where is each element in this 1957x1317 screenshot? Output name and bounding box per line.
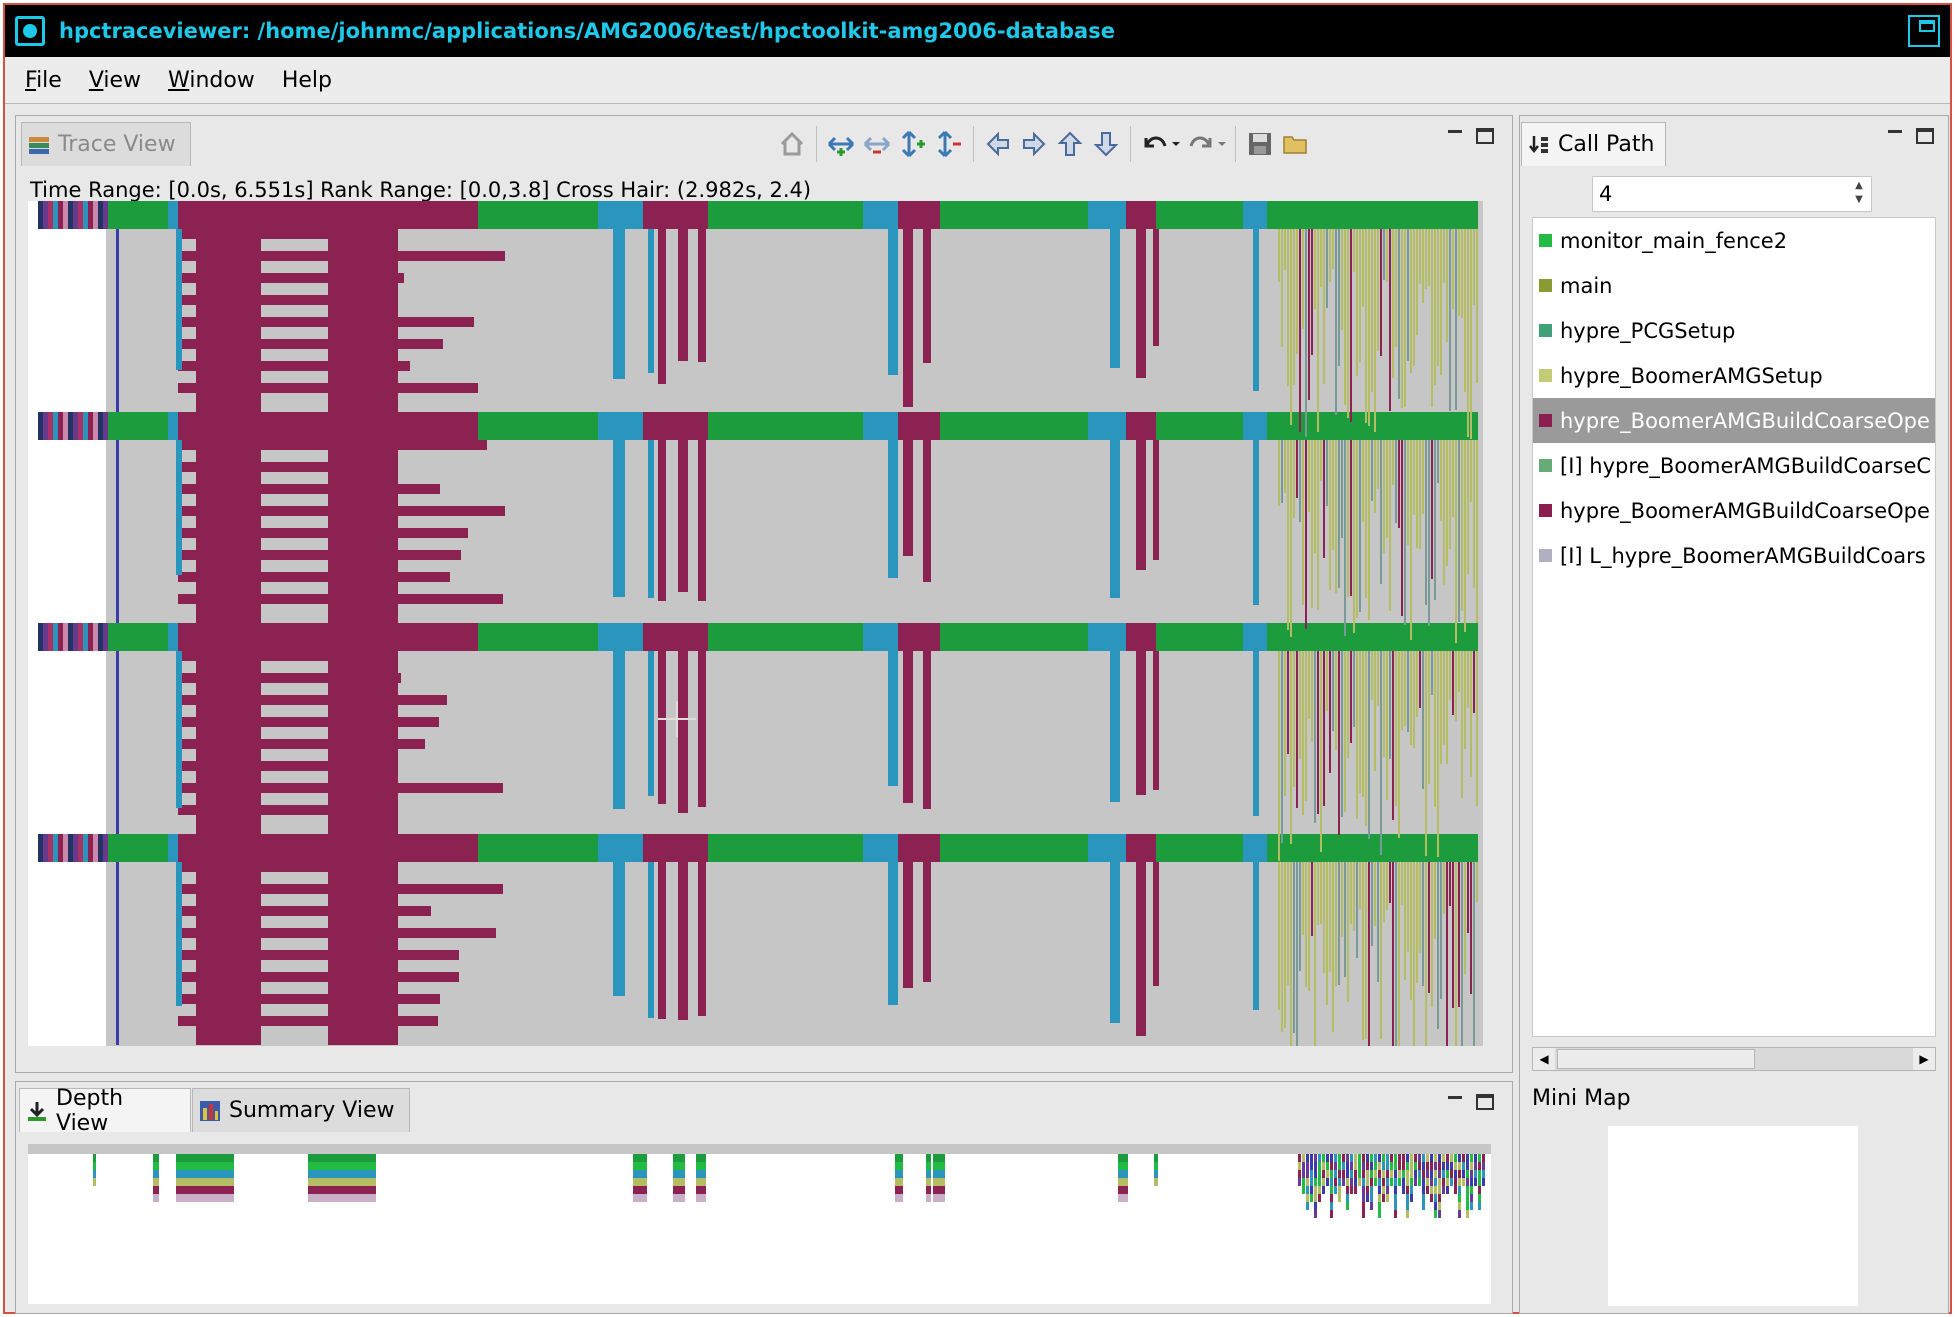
call-path-panel: Call Path 4 ▲ ▼ monitor_main_fence2 main … [1519,115,1949,1314]
maximize-icon[interactable] [1916,128,1934,144]
depth-view-icon [26,1100,48,1122]
save-icon[interactable] [1242,126,1278,162]
menu-view[interactable]: View [89,68,141,93]
list-item[interactable]: monitor_main_fence2 [1533,218,1935,263]
trace-view-panel: Trace View Time Range: [0.0s, 6.551s] Ra… [15,115,1513,1073]
trace-info-line: Time Range: [0.0s, 6.551s] Rank Range: [… [30,178,812,202]
list-item[interactable]: hypre_BoomerAMGSetup [1533,353,1935,398]
minimize-icon[interactable] [1446,128,1464,144]
spinner-arrows-icon[interactable]: ▲ ▼ [1849,179,1869,209]
list-item[interactable]: [I] hypre_BoomerAMGBuildCoarseC [1533,443,1935,488]
arrow-down-icon[interactable] [1088,126,1124,162]
app-icon [15,16,45,46]
zoom-in-time-icon[interactable] [823,126,859,162]
minimize-icon[interactable] [1886,128,1904,144]
arrow-up-icon[interactable] [1052,126,1088,162]
tab-trace-view[interactable]: Trace View [21,122,191,166]
horizontal-scrollbar[interactable]: ◀ ▶ [1532,1047,1936,1071]
color-swatch [1539,234,1552,247]
color-swatch [1539,549,1552,562]
zoom-out-time-icon[interactable] [859,126,895,162]
maximize-icon[interactable] [1476,1094,1494,1110]
window-title: hpctraceviewer: /home/johnmc/application… [59,19,1115,43]
arrow-right-icon[interactable] [1016,126,1052,162]
list-item[interactable]: hypre_PCGSetup [1533,308,1935,353]
color-swatch [1539,324,1552,337]
title-bar: hpctraceviewer: /home/johnmc/application… [5,5,1950,57]
scroll-left-icon[interactable]: ◀ [1533,1048,1555,1070]
menu-file[interactable]: File [25,68,62,93]
depth-view-panel: Depth View Summary View [15,1081,1513,1314]
call-path-list: monitor_main_fence2 main hypre_PCGSetup … [1532,217,1936,1037]
color-swatch [1539,459,1552,472]
color-swatch [1539,504,1552,517]
menu-window[interactable]: Window [168,68,255,93]
list-item[interactable]: hypre_BoomerAMGBuildCoarseOpe [1533,488,1935,533]
minimap-label: Mini Map [1532,1086,1631,1111]
redo-icon[interactable] [1183,126,1229,162]
open-folder-icon[interactable] [1278,126,1314,162]
color-swatch [1539,279,1552,292]
list-item-selected[interactable]: hypre_BoomerAMGBuildCoarseOpe [1533,398,1935,443]
depth-canvas[interactable] [28,1144,1491,1304]
summary-view-icon [199,1100,221,1122]
home-icon[interactable] [774,126,810,162]
zoom-in-rank-icon[interactable] [895,126,931,162]
maximize-icon[interactable] [1908,15,1940,47]
depth-value: 4 [1599,182,1613,206]
depth-spinner[interactable]: 4 ▲ ▼ [1592,176,1872,212]
trace-canvas[interactable] [28,201,1483,1046]
depth-view-window-controls [1446,1094,1494,1110]
minimize-icon[interactable] [1446,1094,1464,1110]
color-swatch [1539,414,1552,427]
list-item[interactable]: [I] L_hypre_BoomerAMGBuildCoars [1533,533,1935,578]
maximize-icon[interactable] [1476,128,1494,144]
scroll-right-icon[interactable]: ▶ [1913,1048,1935,1070]
zoom-out-rank-icon[interactable] [931,126,967,162]
arrow-left-icon[interactable] [980,126,1016,162]
trace-view-icon [28,134,50,156]
menu-help[interactable]: Help [282,68,332,93]
tab-call-path[interactable]: Call Path [1521,122,1666,166]
tab-summary-view[interactable]: Summary View [192,1088,410,1132]
call-path-window-controls [1886,128,1934,144]
undo-icon[interactable] [1137,126,1183,162]
tab-depth-view[interactable]: Depth View [19,1086,191,1136]
minimap[interactable] [1608,1126,1858,1306]
app-window: hpctraceviewer: /home/johnmc/application… [3,3,1952,1314]
list-item[interactable]: main [1533,263,1935,308]
color-swatch [1539,369,1552,382]
call-path-icon [1528,134,1550,156]
depth-graphic[interactable] [28,1144,1491,1304]
menu-bar: File View Window Help [5,57,1950,104]
trace-view-window-controls [1446,128,1494,144]
trace-graphic[interactable] [28,201,1483,1046]
scroll-thumb[interactable] [1557,1049,1755,1069]
trace-toolbar [774,126,1314,162]
